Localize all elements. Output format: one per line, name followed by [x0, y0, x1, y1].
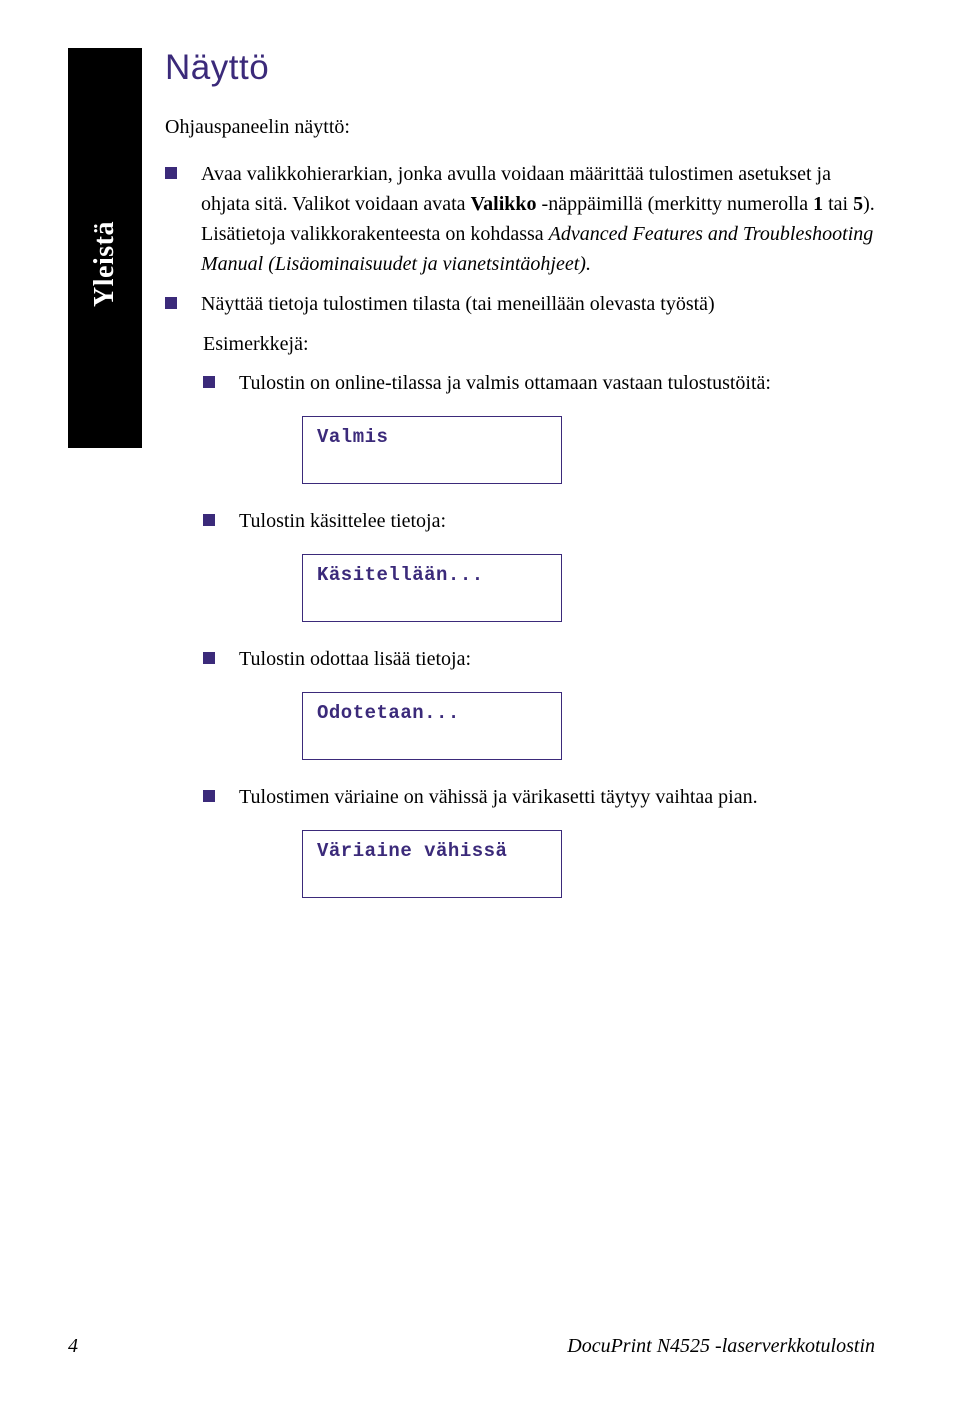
sidebar-label: Yleistä: [89, 221, 121, 307]
page-number: 4: [68, 1335, 78, 1358]
sub-bullet-item: Tulostin on online-tilassa ja valmis ott…: [203, 368, 875, 398]
bullet-item-1: Avaa valikkohierarkian, jonka avulla voi…: [165, 159, 875, 279]
lcd-display-3: Odotetaan...: [302, 692, 562, 760]
main-content: Näyttö Ohjauspaneelin näyttö: Avaa valik…: [165, 48, 875, 920]
lcd-display-4: Väriaine vähissä: [302, 830, 562, 898]
square-bullet-icon: [203, 652, 215, 664]
bullet-text-2: Näyttää tietoja tulostimen tilasta (tai …: [201, 289, 875, 319]
intro-text: Ohjauspaneelin näyttö:: [165, 116, 875, 139]
footer-title: DocuPrint N4525 -laserverkkotulostin: [567, 1335, 875, 1358]
square-bullet-icon: [203, 790, 215, 802]
lcd-display-2: Käsitellään...: [302, 554, 562, 622]
bullet-text-1: Avaa valikkohierarkian, jonka avulla voi…: [201, 159, 875, 279]
square-bullet-icon: [203, 514, 215, 526]
sub-bullet-text-3: Tulostin odottaa lisää tietoja:: [239, 644, 875, 674]
sub-bullet-item: Tulostin odottaa lisää tietoja:: [203, 644, 875, 674]
square-bullet-icon: [165, 297, 177, 309]
page-footer: 4 DocuPrint N4525 -laserverkkotulostin: [68, 1335, 875, 1358]
sub-bullet-text-2: Tulostin käsittelee tietoja:: [239, 506, 875, 536]
sub-bullet-item: Tulostin käsittelee tietoja:: [203, 506, 875, 536]
section-title: Näyttö: [165, 48, 875, 88]
sub-list: Tulostin on online-tilassa ja valmis ott…: [203, 368, 875, 898]
sub-bullet-text-4: Tulostimen väriaine on vähissä ja värika…: [239, 782, 875, 812]
examples-heading: Esimerkkejä:: [203, 333, 875, 356]
sidebar-tab: Yleistä: [68, 48, 142, 448]
lcd-display-1: Valmis: [302, 416, 562, 484]
square-bullet-icon: [203, 376, 215, 388]
sub-bullet-text-1: Tulostin on online-tilassa ja valmis ott…: [239, 368, 875, 398]
bullet-item-2: Näyttää tietoja tulostimen tilasta (tai …: [165, 289, 875, 319]
square-bullet-icon: [165, 167, 177, 179]
sub-bullet-item: Tulostimen väriaine on vähissä ja värika…: [203, 782, 875, 812]
